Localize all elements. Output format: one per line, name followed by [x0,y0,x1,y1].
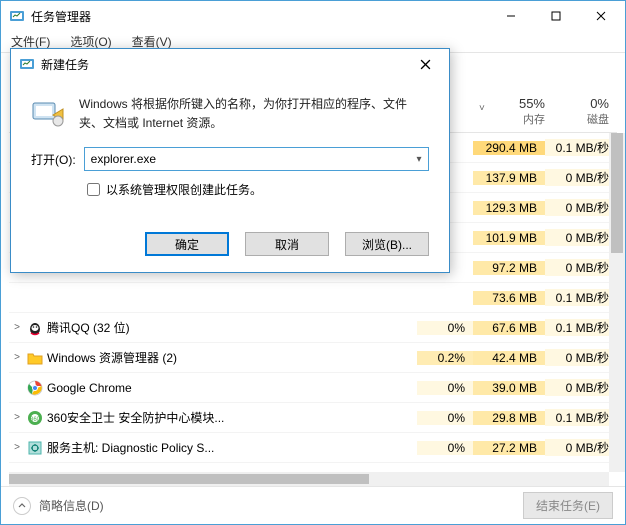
brief-info-label: 简略信息(D) [39,497,104,514]
maximize-button[interactable] [533,2,578,31]
memory-cell: 42.4 MB [473,351,545,365]
brief-info-toggle[interactable]: 简略信息(D) [13,497,104,515]
disk-cell: 0.1 MB/秒 [545,409,617,426]
memory-cell: 97.2 MB [473,261,545,275]
process-row[interactable]: > 服务主机: Diagnostic Policy S...0%27.2 MB0 … [9,433,617,463]
taskmgr-icon [9,8,25,24]
expand-toggle[interactable]: > [9,352,25,363]
chevron-down-icon[interactable]: ▾ [410,154,428,165]
horizontal-scrollbar[interactable] [9,472,609,486]
process-row[interactable]: > Windows 资源管理器 (2)0.2%42.4 MB0 MB/秒 [9,343,617,373]
vertical-scrollbar[interactable] [609,133,625,472]
title-bar: 任务管理器 [1,1,625,31]
process-row[interactable]: 73.6 MB0.1 MB/秒 [9,283,617,313]
col-disk[interactable]: 0% 磁盘 [553,91,617,132]
open-combobox[interactable]: ▾ [84,147,429,171]
sort-indicator-icon: ˅ [479,103,485,114]
expand-toggle[interactable]: > [9,412,25,423]
process-name: 服务主机: Diagnostic Policy S... [45,439,417,456]
disk-cell: 0 MB/秒 [545,169,617,186]
cpu-cell: 0% [417,381,473,395]
chevron-up-icon [13,497,31,515]
disk-cell: 0.1 MB/秒 [545,289,617,306]
dialog-buttons: 确定 取消 浏览(B)... [11,222,449,272]
disk-label: 磁盘 [587,111,609,127]
admin-checkbox[interactable] [87,183,100,196]
disk-pct: 0% [590,96,609,111]
expand-toggle[interactable]: > [9,442,25,453]
process-name: Windows 资源管理器 (2) [45,349,417,366]
mem-pct: 55% [519,96,545,111]
admin-label: 以系统管理权限创建此任务。 [106,181,262,198]
cpu-cell: 0% [417,411,473,425]
process-name: 腾讯QQ (32 位) [45,319,417,336]
minimize-button[interactable] [488,2,533,31]
ok-button[interactable]: 确定 [145,232,229,256]
browse-button[interactable]: 浏览(B)... [345,232,429,256]
disk-cell: 0 MB/秒 [545,349,617,366]
col-memory[interactable]: ˅ 55% 内存 [489,91,553,132]
memory-cell: 27.2 MB [473,441,545,455]
dialog-description: Windows 将根据你所键入的名称，为你打开相应的程序、文件夹、文档或 Int… [79,95,429,133]
cpu-cell: 0% [417,441,473,455]
dialog-close-button[interactable] [409,52,441,76]
run-icon [31,95,67,131]
disk-cell: 0 MB/秒 [545,379,617,396]
memory-cell: 290.4 MB [473,141,545,155]
memory-cell: 73.6 MB [473,291,545,305]
process-icon [25,320,45,336]
mem-label: 内存 [523,111,545,127]
window-title: 任务管理器 [31,8,488,25]
taskmgr-icon [19,56,35,72]
disk-cell: 0 MB/秒 [545,229,617,246]
dialog-body: Windows 将根据你所键入的名称，为你打开相应的程序、文件夹、文档或 Int… [11,79,449,222]
expand-toggle[interactable]: > [9,322,25,333]
process-name: Google Chrome [45,381,417,395]
dialog-title: 新建任务 [41,56,409,73]
open-label: 打开(O): [31,151,76,168]
process-icon [25,350,45,366]
process-row[interactable]: >360 360安全卫士 安全防护中心模块...0%29.8 MB0.1 MB/秒 [9,403,617,433]
scroll-thumb-v[interactable] [611,133,623,253]
memory-cell: 101.9 MB [473,231,545,245]
process-row[interactable]: Google Chrome0%39.0 MB0 MB/秒 [9,373,617,403]
cpu-cell: 0% [417,321,473,335]
disk-cell: 0 MB/秒 [545,439,617,456]
open-input[interactable] [85,148,410,170]
disk-cell: 0.1 MB/秒 [545,139,617,156]
dialog-title-bar: 新建任务 [11,49,449,79]
footer: 简略信息(D) 结束任务(E) [1,486,625,524]
process-icon [25,440,45,456]
window-controls [488,2,623,31]
disk-cell: 0 MB/秒 [545,199,617,216]
scroll-thumb-h[interactable] [9,474,369,484]
memory-cell: 39.0 MB [473,381,545,395]
memory-cell: 137.9 MB [473,171,545,185]
process-name: 360安全卫士 安全防护中心模块... [45,409,417,426]
disk-cell: 0.1 MB/秒 [545,319,617,336]
process-icon [25,380,45,396]
memory-cell: 29.8 MB [473,411,545,425]
process-row[interactable]: > 腾讯QQ (32 位)0%67.6 MB0.1 MB/秒 [9,313,617,343]
disk-cell: 0 MB/秒 [545,259,617,276]
close-button[interactable] [578,2,623,31]
end-task-button[interactable]: 结束任务(E) [523,492,613,519]
memory-cell: 129.3 MB [473,201,545,215]
memory-cell: 67.6 MB [473,321,545,335]
cpu-cell: 0.2% [417,351,473,365]
svg-text:360: 360 [30,417,41,423]
process-icon: 360 [25,410,45,426]
cancel-button[interactable]: 取消 [245,232,329,256]
new-task-dialog: 新建任务 Windows 将根据你所键入的名称，为你打开相应的程序、文件夹、文档… [10,48,450,273]
